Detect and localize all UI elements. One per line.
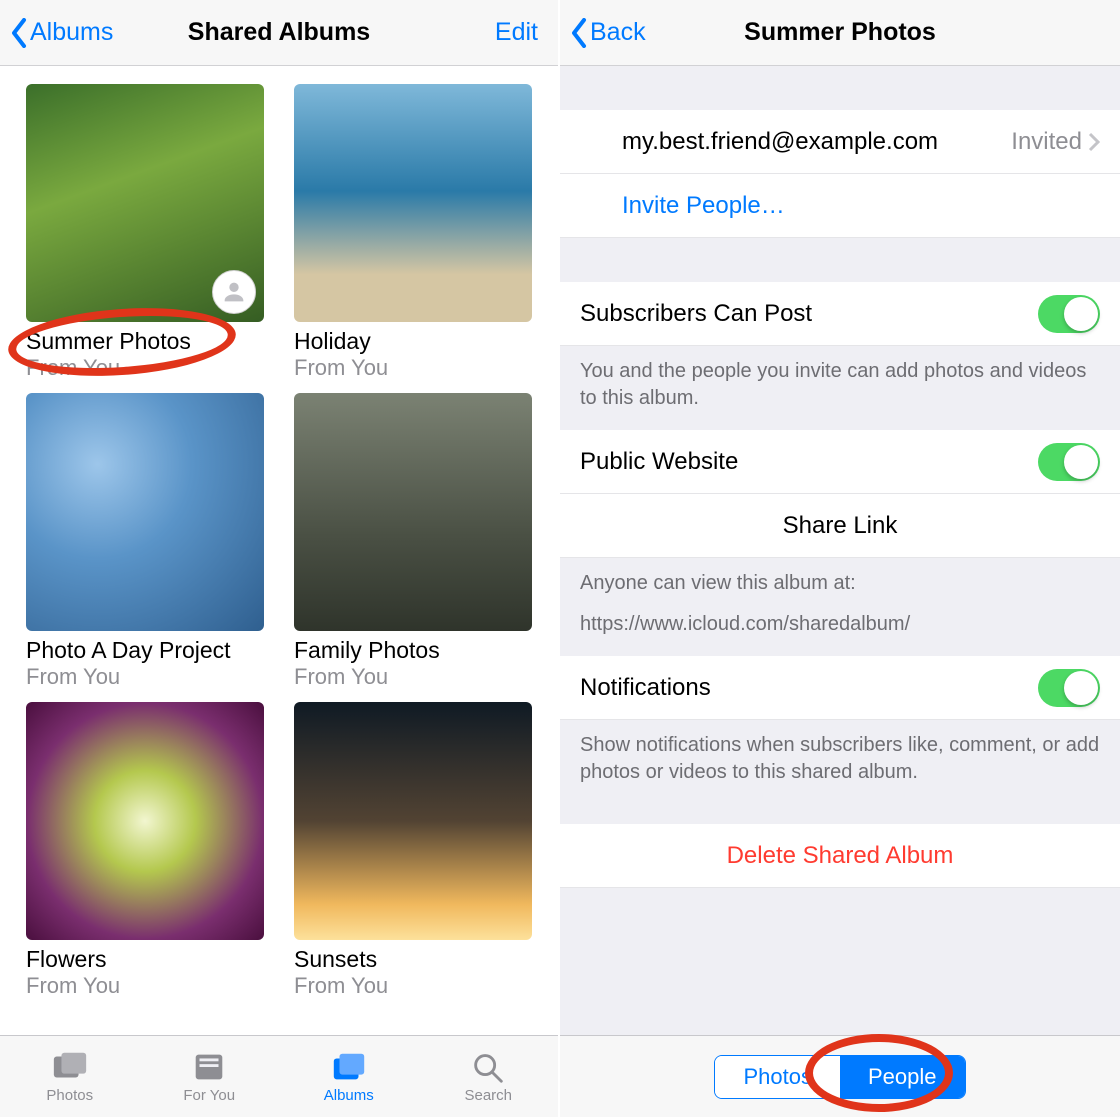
delete-shared-album-button[interactable]: Delete Shared Album: [560, 824, 1120, 888]
tab-for-you[interactable]: For You: [140, 1036, 280, 1117]
invitee-row[interactable]: my.best.friend@example.com Invited: [560, 110, 1120, 174]
album-thumbnail: [26, 393, 264, 631]
row-label: Subscribers Can Post: [580, 300, 812, 328]
album-title: Summer Photos: [26, 328, 264, 355]
notifications-toggle[interactable]: [1038, 669, 1100, 707]
back-button[interactable]: Albums: [10, 18, 113, 48]
album-thumbnail: [294, 84, 532, 322]
notifications-note: Show notifications when subscribers like…: [560, 720, 1120, 804]
page-title: Summer Photos: [744, 18, 936, 47]
person-icon: [220, 278, 248, 306]
album-summer-photos[interactable]: Summer Photos From You: [26, 84, 264, 381]
share-link-note: Anyone can view this album at: https://w…: [560, 558, 1120, 656]
phone-shared-albums: Albums Shared Albums Edit Summer Photos …: [0, 0, 560, 1117]
album-title: Photo A Day Project: [26, 637, 264, 664]
for-you-icon: [190, 1050, 228, 1084]
album-subtitle: From You: [294, 355, 532, 381]
chevron-left-icon: [570, 18, 588, 48]
segment-photos[interactable]: Photos: [715, 1056, 840, 1098]
subscribers-toggle[interactable]: [1038, 295, 1100, 333]
album-thumbnail: [294, 393, 532, 631]
photos-icon: [51, 1050, 89, 1084]
album-subtitle: From You: [26, 664, 264, 690]
tab-label: Albums: [324, 1087, 374, 1104]
album-thumbnail: [26, 84, 264, 322]
phone-album-settings: Back Summer Photos my.best.friend@exampl…: [560, 0, 1120, 1117]
row-label: Public Website: [580, 448, 738, 476]
album-subtitle: From You: [294, 973, 532, 999]
public-website-toggle[interactable]: [1038, 443, 1100, 481]
album-flowers[interactable]: Flowers From You: [26, 702, 264, 999]
tab-photos[interactable]: Photos: [0, 1036, 140, 1117]
page-title: Shared Albums: [188, 18, 370, 47]
navbar: Albums Shared Albums Edit: [0, 0, 558, 66]
tabbar: Photos For You Albums Search: [0, 1035, 558, 1117]
segment-people[interactable]: People: [840, 1056, 965, 1098]
share-note-line-1: Anyone can view this album at:: [580, 570, 1100, 597]
search-icon: [469, 1050, 507, 1084]
back-label: Back: [590, 18, 646, 47]
album-title: Sunsets: [294, 946, 532, 973]
tab-label: Search: [464, 1087, 512, 1104]
album-thumbnail: [26, 702, 264, 940]
back-label: Albums: [30, 18, 113, 47]
album-title: Flowers: [26, 946, 264, 973]
photos-people-segment: Photos People: [714, 1055, 965, 1099]
albums-icon: [330, 1050, 368, 1084]
delete-label: Delete Shared Album: [727, 842, 954, 870]
tab-albums[interactable]: Albums: [279, 1036, 419, 1117]
tab-label: Photos: [46, 1087, 93, 1104]
share-link-label: Share Link: [783, 512, 898, 540]
subscribers-note: You and the people you invite can add ph…: [560, 346, 1120, 430]
share-note-url: https://www.icloud.com/sharedalbum/: [580, 611, 1100, 638]
album-title: Holiday: [294, 328, 532, 355]
invitee-status: Invited: [1011, 128, 1082, 156]
row-label: Notifications: [580, 674, 711, 702]
album-thumbnail: [294, 702, 532, 940]
back-button[interactable]: Back: [570, 18, 646, 48]
album-grid-scroll[interactable]: Summer Photos From You Holiday From You …: [0, 66, 558, 1035]
album-subtitle: From You: [26, 355, 264, 381]
album-subtitle: From You: [294, 664, 532, 690]
edit-button[interactable]: Edit: [495, 18, 538, 47]
tab-label: For You: [183, 1087, 235, 1104]
chevron-right-icon: [1088, 132, 1100, 152]
settings-list[interactable]: my.best.friend@example.com Invited Invit…: [560, 66, 1120, 1035]
invite-label: Invite People…: [622, 192, 785, 220]
notifications-row[interactable]: Notifications: [560, 656, 1120, 720]
album-family-photos[interactable]: Family Photos From You: [294, 393, 532, 690]
album-grid: Summer Photos From You Holiday From You …: [26, 84, 532, 999]
album-photo-a-day[interactable]: Photo A Day Project From You: [26, 393, 264, 690]
share-link-button[interactable]: Share Link: [560, 494, 1120, 558]
navbar: Back Summer Photos: [560, 0, 1120, 66]
album-sunsets[interactable]: Sunsets From You: [294, 702, 532, 999]
album-holiday[interactable]: Holiday From You: [294, 84, 532, 381]
subscribers-can-post-row[interactable]: Subscribers Can Post: [560, 282, 1120, 346]
invitee-email: my.best.friend@example.com: [622, 128, 938, 156]
bottom-segment-bar: Photos People: [560, 1035, 1120, 1117]
invite-people-button[interactable]: Invite People…: [560, 174, 1120, 238]
avatar-badge: [212, 270, 256, 314]
album-title: Family Photos: [294, 637, 532, 664]
public-website-row[interactable]: Public Website: [560, 430, 1120, 494]
album-subtitle: From You: [26, 973, 264, 999]
chevron-left-icon: [10, 18, 28, 48]
tab-search[interactable]: Search: [419, 1036, 559, 1117]
